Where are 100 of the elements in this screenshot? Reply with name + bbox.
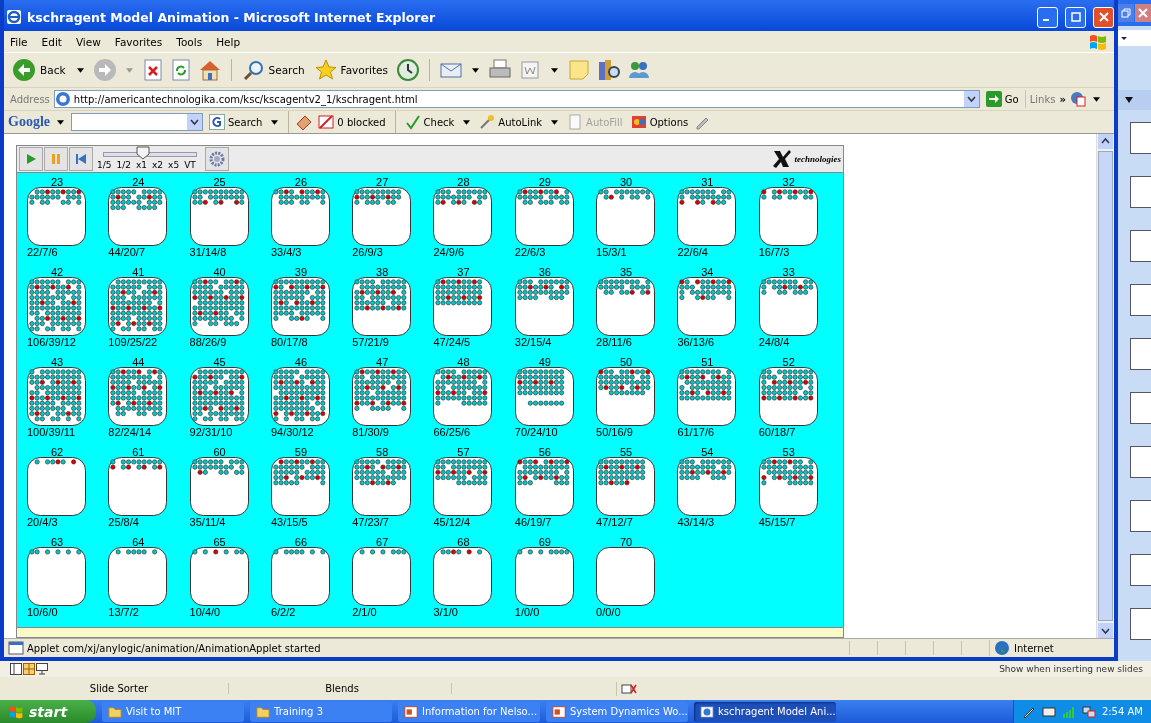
caret-icon[interactable] [76,67,84,73]
slide-thumbnail[interactable] [1130,392,1151,424]
slideshow-icon[interactable] [36,663,48,675]
popup-blocker-button[interactable]: 0 blocked [316,114,388,130]
slider-thumb[interactable] [136,145,151,160]
normal-view-icon[interactable] [10,663,22,675]
google-search-button[interactable]: Search [207,114,265,130]
cell-number: 56 [537,446,552,457]
taskbar-button[interactable]: Visit to MIT [102,701,244,722]
slide-thumbnail[interactable] [1130,338,1151,370]
cell-number: 51 [700,356,715,367]
taskbar-button[interactable]: Information for Nelso... [398,701,540,722]
speed-slider[interactable] [103,147,197,160]
speed-label: 1/5 [97,159,112,170]
history-icon[interactable] [396,58,420,82]
agents-drawing [433,276,493,336]
google-search-field[interactable] [71,113,203,131]
cell-number: 61 [131,446,146,457]
options-button[interactable]: Options [628,114,691,130]
reset-button[interactable] [69,146,93,171]
agents-drawing [27,366,86,426]
slide-thumbnail[interactable] [1130,284,1151,316]
close-button[interactable] [1135,4,1151,22]
caret-icon[interactable] [57,119,64,125]
links-label[interactable]: Links [1029,93,1056,105]
favorites-button[interactable]: Favorites [312,59,390,81]
taskbar-button[interactable]: Training 3 [250,701,392,722]
address-field[interactable]: http://americantechnologika.com/ksc/kscagentv2_1/kschragent.html [53,90,980,108]
slide-thumbnail[interactable] [1130,554,1151,586]
maximize-button[interactable] [1065,6,1086,28]
more-button[interactable]: » [1059,93,1066,105]
spell-check-button[interactable]: Check [402,114,457,130]
slide-thumbnail[interactable] [1130,446,1151,478]
close-button[interactable] [1093,6,1114,28]
scroll-up-button[interactable] [1098,134,1113,149]
agents-drawing [27,546,86,606]
folder-icon [256,704,270,719]
play-button[interactable] [19,146,43,171]
autolink-button[interactable]: AutoLink [477,114,545,130]
agents-drawing [433,546,493,606]
cell-number: 39 [293,266,308,277]
agents-drawing [270,546,330,606]
restore-button[interactable] [1118,4,1134,22]
cell-reading: 31/14/8 [189,245,228,259]
menu-item[interactable]: View [75,35,101,48]
menu-item[interactable]: Favorites [114,35,163,48]
browser-icon [700,704,714,719]
refresh-icon[interactable] [169,59,192,81]
pause-icon [51,153,61,164]
keyboard-icon[interactable] [1041,704,1056,719]
scroll-down-button[interactable] [1098,623,1113,638]
caret-icon[interactable] [463,119,471,125]
books-icon[interactable] [597,58,621,82]
play-icon [26,153,36,164]
agents-drawing [596,546,656,606]
slide-thumbnail[interactable] [1130,176,1151,208]
caret-icon[interactable] [551,119,559,125]
taskbar-button[interactable]: kschragent Model Ani... [694,701,836,722]
slide-thumbnail[interactable] [1130,500,1151,532]
address-label: Address [10,93,50,105]
menu-item[interactable]: Tools [176,35,203,48]
taskbar-button[interactable]: System Dynamics Wo... [546,701,688,722]
cell-reading: 45/15/7 [758,515,797,529]
cell-number: 48 [456,356,471,367]
menu-item[interactable]: Help [216,35,241,48]
caret-icon[interactable] [551,67,558,73]
slide-thumbnail[interactable] [1130,608,1151,640]
cell-reading: 16/7/3 [758,245,791,259]
menu-item[interactable]: Edit [41,35,62,48]
cell-reading: 57/21/9 [352,335,390,349]
dropdown-button[interactable] [963,91,979,107]
cell-number: 30 [618,176,634,187]
agents-drawing [758,456,818,516]
agents-drawing [758,186,818,246]
caret-icon[interactable] [472,67,479,73]
back-button[interactable]: Back [10,58,68,82]
zone-text: Internet [1014,642,1054,654]
search-button[interactable]: Search [240,59,307,81]
caret-icon[interactable] [271,119,279,125]
stop-icon[interactable] [141,59,164,81]
menu-item[interactable]: File [10,35,28,48]
minimize-button[interactable] [1037,6,1058,28]
cell-reading: 10/6/0 [27,605,59,619]
scrollbar[interactable] [1096,134,1114,638]
cell-number: 28 [456,176,471,187]
caret-icon[interactable] [1092,96,1100,102]
dropdown-button[interactable] [187,114,202,130]
search-icon [242,59,265,81]
cell-reading: 47/24/5 [433,335,472,349]
network-icon[interactable] [1081,704,1096,719]
pane-menu-button[interactable] [1124,95,1134,105]
cell-number: 26 [293,176,308,187]
slide-thumbnail[interactable] [1130,230,1151,262]
settings-button[interactable] [205,146,229,171]
slide-thumbnail[interactable] [1130,122,1151,154]
wand-icon [479,114,496,130]
start-button[interactable]: start [0,700,96,723]
cell-number: 40 [212,266,227,277]
go-button[interactable]: Go [983,91,1021,107]
google-logo[interactable]: Google [8,114,50,130]
